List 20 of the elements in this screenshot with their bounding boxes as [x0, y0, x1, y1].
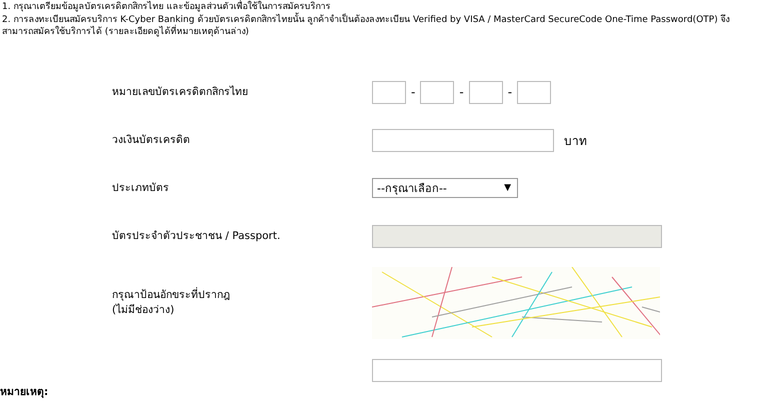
card-number-field[interactable] [420, 80, 454, 104]
field-label: ประเภทบัตร [112, 180, 170, 196]
unit-label: บาท [564, 132, 587, 150]
field-label: วงเงินบัตรเครดิต [112, 132, 191, 148]
card-number-field[interactable] [468, 80, 503, 104]
input-field[interactable] [372, 128, 554, 152]
separator-dash: - [459, 85, 464, 99]
field-label: (ไม่มีช่องว่าง) [112, 303, 176, 318]
card-number-field[interactable] [517, 80, 552, 104]
instruction-text: 1. กรุณาเตรียมข้อมูลบัตรเครดิตกสิกรไทย และข้อมูลส่วนตัวเพื่อใช้ในการสมัครบริการ [1, 0, 332, 12]
separator-dash: - [508, 85, 512, 99]
field-label: บัตรประจำตัวประชาชน / Passport. [112, 228, 282, 244]
separator-dash: - [411, 85, 416, 99]
instruction-text: 2. การลงทะเบียนสมัครบริการ K-Cyber Banking ด้วยบัตรเครดิตกสิกรไทยนั้น ลูกค้าจำเป็นต้องลงทะเบียน Verified by VISA / MasterCard SecureCode One-Time Password(OTP) จึงสามารถสมัครใช้บริการได้ (รายละเอียดดูได้ที่หมายเหตุด้านล่าง) [0, 13, 759, 38]
card-type-dropdown[interactable]: --กรุณาเลือก-- ▼ [372, 178, 518, 198]
field-label: หมายเลขบัตรเครดิตกสิกรไทย [112, 84, 249, 100]
notes-heading: หมายเหตุ: [0, 385, 48, 400]
input-field[interactable] [372, 358, 662, 382]
field-label: กรุณาป้อนอักขระที่ปรากฎ [112, 288, 231, 303]
card-number-field[interactable] [372, 80, 406, 104]
